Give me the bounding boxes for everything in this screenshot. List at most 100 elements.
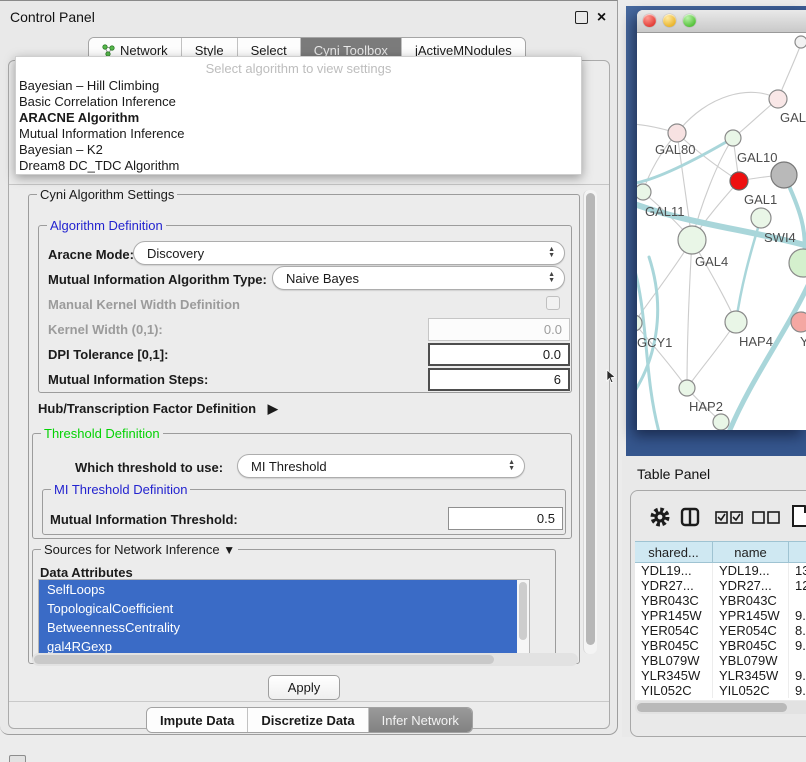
data-attributes-list: SelfLoops TopologicalCoefficient Between…: [38, 579, 530, 655]
table-row[interactable]: YBL079WYBL079W: [635, 653, 806, 668]
mi-steps-input[interactable]: 6: [428, 368, 570, 391]
table-settings-button[interactable]: [649, 506, 671, 528]
settings-scrollbar-thumb[interactable]: [586, 193, 595, 645]
network-node-labels: GAL GAL80 GAL10 GAL1 GAL11 SWI4 GAL4 GCY…: [637, 110, 806, 414]
tab-infer-network[interactable]: Infer Network: [368, 708, 472, 732]
node-gal11[interactable]: [637, 184, 651, 200]
divider: [9, 184, 609, 185]
table-row[interactable]: YER054CYER054C8.: [635, 623, 806, 638]
data-attributes-label: Data Attributes: [40, 565, 133, 580]
node[interactable]: [725, 130, 741, 146]
node-gal1-red[interactable]: [730, 172, 748, 190]
which-threshold-label: Which threshold to use:: [75, 460, 223, 475]
gear-icon: [649, 506, 671, 528]
checked-boxes-icon: [715, 511, 743, 524]
dropdown-item[interactable]: Basic Correlation Inference: [19, 94, 176, 110]
table-header-col3[interactable]: [789, 541, 806, 563]
node-pink[interactable]: [791, 312, 806, 332]
node[interactable]: [795, 36, 806, 48]
aracne-mode-select[interactable]: Discovery ▲▼: [133, 241, 565, 265]
node-gal4[interactable]: [678, 226, 706, 254]
node-label: SWI4: [764, 230, 796, 245]
table-horizontal-scrollbar[interactable]: [635, 701, 806, 714]
table-body: YDL19...YDL19...13 YDR27...YDR27...12 YB…: [635, 563, 806, 700]
collapsed-arrow-icon: ▶: [268, 401, 278, 416]
dropdown-item[interactable]: Dream8 DC_TDC Algorithm: [19, 158, 179, 174]
partial-window-icon: [9, 755, 26, 762]
zoom-traffic-light[interactable]: [683, 14, 696, 27]
new-table-button[interactable]: [791, 504, 806, 528]
table-row[interactable]: YDL19...YDL19...13: [635, 563, 806, 578]
list-item[interactable]: TopologicalCoefficient: [39, 599, 529, 618]
document-icon: [791, 504, 806, 528]
node-label: HAP4: [739, 334, 773, 349]
node-label: HAP2: [689, 399, 723, 414]
list-item[interactable]: BetweennessCentrality: [39, 618, 529, 637]
network-canvas[interactable]: GAL GAL80 GAL10 GAL1 GAL11 SWI4 GAL4 GCY…: [637, 32, 806, 430]
table-header-shared-name[interactable]: shared...: [635, 541, 713, 563]
dpi-tolerance-input[interactable]: 0.0: [428, 343, 570, 366]
manual-kernel-width-checkbox[interactable]: [546, 296, 560, 310]
list-item[interactable]: SelfLoops: [39, 580, 529, 599]
node-gal80[interactable]: [668, 124, 686, 142]
table-row[interactable]: YPR145WYPR145W9.: [635, 608, 806, 623]
table-row[interactable]: YBR045CYBR045C9.: [635, 638, 806, 653]
network-icon: [102, 44, 115, 57]
mi-threshold-input[interactable]: 0.5: [448, 507, 563, 530]
dropdown-item[interactable]: Bayesian – K2: [19, 142, 103, 158]
minimize-traffic-light[interactable]: [663, 14, 676, 27]
node-gal10[interactable]: [771, 162, 797, 188]
float-window-button[interactable]: [574, 10, 589, 25]
node-swi4[interactable]: [751, 208, 771, 228]
table-header-name[interactable]: name: [713, 541, 789, 563]
node-label: Y: [800, 334, 806, 349]
cyni-algorithm-settings-legend: Cyni Algorithm Settings: [37, 187, 177, 202]
node-hap4[interactable]: [725, 311, 747, 333]
node-hap2[interactable]: [679, 380, 695, 396]
dropdown-item[interactable]: Mutual Information Inference: [19, 126, 184, 142]
algorithm-dropdown-popup: Select algorithm to view settings Bayesi…: [15, 56, 582, 175]
float-icon: [575, 11, 588, 24]
chevron-updown-icon: ▲▼: [508, 460, 515, 472]
show-columns-button[interactable]: [680, 507, 700, 527]
node-label: GAL80: [655, 142, 695, 157]
kernel-width-input[interactable]: 0.0: [428, 318, 570, 341]
table-row[interactable]: YLR345WYLR345W9.: [635, 668, 806, 683]
node-gcy1[interactable]: [637, 315, 642, 331]
tab-impute-data[interactable]: Impute Data: [147, 708, 247, 732]
close-traffic-light[interactable]: [643, 14, 656, 27]
select-all-button[interactable]: [715, 511, 743, 524]
node-label: GAL: [780, 110, 806, 125]
node[interactable]: [789, 249, 806, 277]
bottom-strip: [0, 737, 806, 762]
kernel-width-label: Kernel Width (0,1):: [48, 322, 163, 337]
control-panel-title: Control Panel: [10, 9, 95, 25]
table-row[interactable]: YBR043CYBR043C: [635, 593, 806, 608]
dropdown-item-selected[interactable]: ARACNE Algorithm: [19, 110, 139, 126]
node-table: shared... name YDL19...YDL19...13 YDR27.…: [635, 541, 806, 714]
list-scrollbar-thumb[interactable]: [519, 582, 527, 640]
apply-button[interactable]: Apply: [268, 675, 340, 700]
table-header-row: shared... name: [635, 541, 806, 563]
threshold-definition-legend: Threshold Definition: [41, 426, 163, 441]
horizontal-scrollbar[interactable]: [32, 653, 578, 666]
sources-legend[interactable]: Sources for Network Inference ▼: [41, 542, 238, 557]
table-row[interactable]: YIL052CYIL052C9.: [635, 683, 806, 698]
table-row[interactable]: YDR27...YDR27...12: [635, 578, 806, 593]
hub-definition-toggle[interactable]: Hub/Transcription Factor Definition ▶: [38, 401, 278, 417]
horizontal-scrollbar-thumb[interactable]: [34, 655, 494, 664]
which-threshold-select[interactable]: MI Threshold ▲▼: [237, 454, 525, 478]
dropdown-item[interactable]: Bayesian – Hill Climbing: [19, 78, 159, 94]
network-view-window: GAL GAL80 GAL10 GAL1 GAL11 SWI4 GAL4 GCY…: [637, 10, 806, 430]
node[interactable]: [713, 414, 729, 430]
node-label: GAL1: [744, 192, 777, 207]
tab-discretize-data[interactable]: Discretize Data: [247, 708, 367, 732]
deselect-all-button[interactable]: [752, 511, 780, 524]
mi-algorithm-type-select[interactable]: Naive Bayes ▲▼: [272, 266, 565, 290]
mi-threshold-label: Mutual Information Threshold:: [50, 512, 238, 527]
table-horizontal-scrollbar-thumb[interactable]: [637, 703, 787, 712]
settings-scrollbar-track[interactable]: [583, 190, 597, 654]
node[interactable]: [769, 90, 787, 108]
list-scrollbar-track[interactable]: [517, 580, 529, 654]
close-window-button[interactable]: ×: [594, 10, 609, 25]
